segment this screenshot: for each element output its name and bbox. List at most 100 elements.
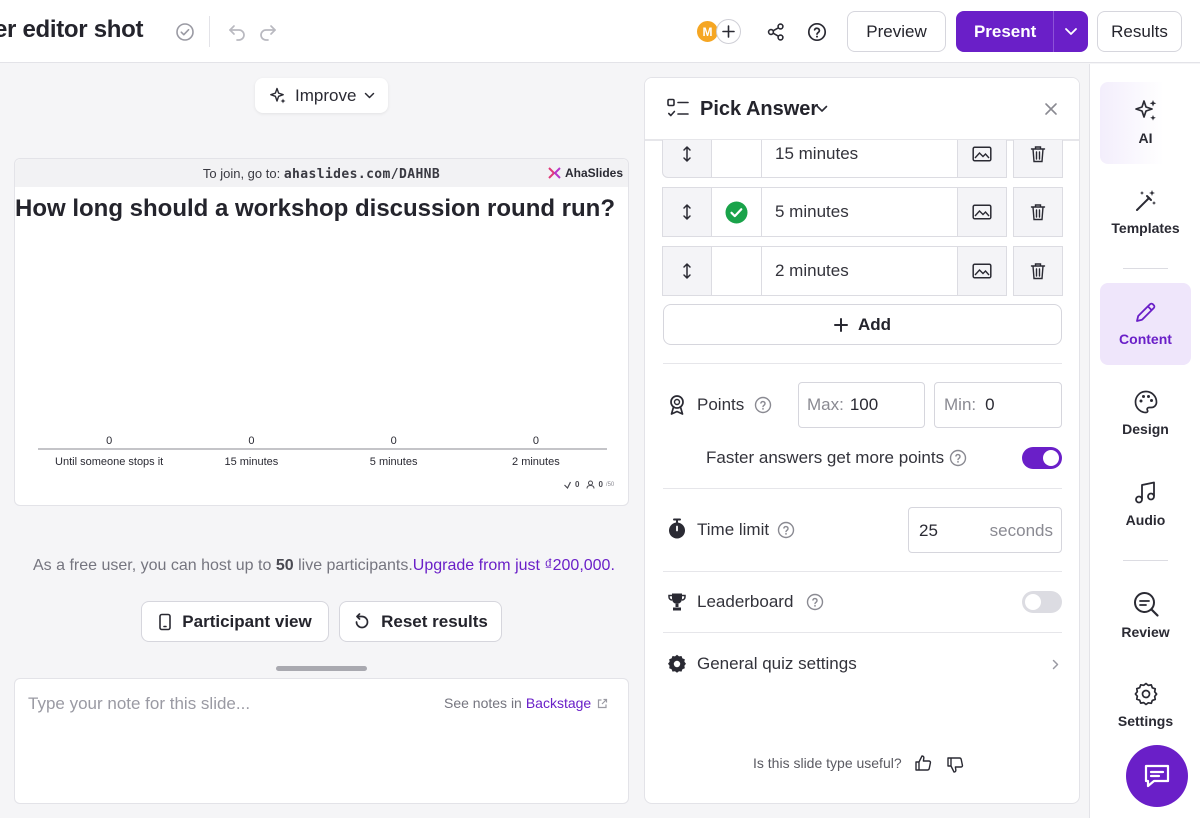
- results-button[interactable]: Results: [1097, 11, 1182, 52]
- sidebar-item-settings[interactable]: Settings: [1100, 665, 1191, 747]
- faster-answers-label: Faster answers get more points: [706, 448, 945, 467]
- notes-resize-handle[interactable]: [276, 666, 367, 671]
- sidebar-item-label: Review: [1121, 624, 1170, 640]
- preview-button[interactable]: Preview: [847, 11, 946, 52]
- leaderboard-toggle[interactable]: [1022, 591, 1062, 613]
- trash-icon[interactable]: [1013, 187, 1063, 237]
- upgrade-link[interactable]: Upgrade from just ₫200,000.: [413, 557, 615, 574]
- improve-button[interactable]: Improve: [255, 78, 388, 113]
- chevron-down-icon[interactable]: [816, 105, 828, 113]
- chat-support-button[interactable]: [1126, 745, 1188, 807]
- help-icon[interactable]: [806, 21, 828, 43]
- correct-answer-toggle[interactable]: [711, 187, 762, 237]
- trash-icon[interactable]: [1013, 246, 1063, 296]
- free-note-suffix: live participants.: [298, 557, 413, 574]
- close-icon[interactable]: [1044, 102, 1058, 116]
- backstage-link[interactable]: Backstage: [526, 695, 591, 711]
- answer-option-row: 5 minutes: [645, 187, 1079, 237]
- max-points-field[interactable]: Max: 100: [798, 382, 925, 428]
- plus-icon: [722, 25, 735, 38]
- redo-icon[interactable]: [257, 21, 279, 43]
- stopwatch-icon: [669, 518, 685, 539]
- chart-category-label: 5 minutes: [370, 456, 418, 468]
- free-note-limit: 50: [275, 557, 294, 574]
- section-divider: [663, 632, 1062, 633]
- time-limit-value[interactable]: 25: [919, 521, 938, 541]
- correct-answer-toggle[interactable]: [711, 246, 762, 296]
- answer-option-row: 2 minutes: [645, 246, 1079, 296]
- toggle-knob: [1043, 450, 1059, 466]
- results-bar-chart: 0 Until someone stops it 0 15 minutes 0 5 min…: [38, 435, 607, 468]
- time-limit-field[interactable]: 25 seconds: [908, 507, 1062, 553]
- add-option-button[interactable]: Add: [663, 304, 1062, 345]
- time-limit-unit: seconds: [989, 521, 1053, 540]
- toggle-knob: [1025, 594, 1041, 610]
- general-quiz-settings-row[interactable]: General quiz settings: [663, 644, 1062, 686]
- votes-count: 0: [575, 480, 580, 489]
- content-panel: Pick Answer 15 minutes: [644, 77, 1080, 804]
- time-limit-help-icon[interactable]: [777, 521, 795, 539]
- chart-value-label: 0: [248, 435, 254, 447]
- people-max: /50: [605, 481, 615, 488]
- award-icon: [670, 395, 684, 415]
- min-points-value[interactable]: 0: [985, 395, 994, 415]
- magic-wand-icon: [1135, 190, 1156, 211]
- slide-notes[interactable]: Type your note for this slide... See not…: [14, 678, 629, 804]
- image-icon[interactable]: [957, 187, 1007, 237]
- sidebar-item-label: Settings: [1117, 713, 1174, 729]
- min-points-field[interactable]: Min: 0: [934, 382, 1062, 428]
- points-help-icon[interactable]: [754, 396, 772, 414]
- faster-answers-toggle[interactable]: [1022, 447, 1062, 469]
- sidebar-divider: [1123, 560, 1168, 561]
- leaderboard-help-icon[interactable]: [806, 593, 824, 611]
- sidebar-item-design[interactable]: Design: [1100, 373, 1191, 455]
- toolbar-divider: [209, 16, 210, 47]
- share-icon[interactable]: [765, 21, 787, 43]
- review-search-icon: [1133, 592, 1159, 617]
- palette-icon: [1134, 390, 1157, 414]
- drag-handle-icon[interactable]: [662, 187, 712, 237]
- notes-input[interactable]: Type your note for this slide...: [28, 694, 250, 714]
- reset-results-button[interactable]: Reset results: [339, 601, 502, 642]
- undo-icon[interactable]: [226, 21, 248, 43]
- invite-collaborator-button[interactable]: [716, 19, 741, 44]
- top-bar: er editor shot M Preview Present Results: [0, 0, 1200, 63]
- present-button[interactable]: Present: [956, 11, 1088, 52]
- present-options-chevron-icon[interactable]: [1054, 27, 1087, 36]
- answer-option-input[interactable]: 2 minutes: [761, 246, 958, 296]
- max-points-value[interactable]: 100: [850, 395, 878, 415]
- chart-value-label: 0: [106, 435, 112, 447]
- panel-header-bg: Pick Answer: [645, 78, 1079, 140]
- slide-canvas[interactable]: To join, go to: ahaslides.com/DAHNB AhaS…: [14, 158, 629, 506]
- sidebar-item-label: Templates: [1111, 220, 1180, 236]
- present-label[interactable]: Present: [957, 22, 1053, 42]
- sparkles-icon: [1134, 100, 1156, 121]
- presentation-title[interactable]: er editor shot: [0, 16, 143, 44]
- question-type-label[interactable]: Pick Answer: [700, 98, 818, 121]
- notes-backstage-hint: See notes in Backstage: [444, 695, 608, 711]
- image-icon[interactable]: [957, 246, 1007, 296]
- sidebar-item-ai[interactable]: AI: [1100, 82, 1191, 164]
- thumbs-up-icon[interactable]: [914, 754, 932, 772]
- participant-view-button[interactable]: Participant view: [141, 601, 329, 642]
- free-user-note: As a free user, you can host up to 50 li…: [33, 557, 615, 575]
- gear-icon: [668, 654, 686, 673]
- drag-handle-icon[interactable]: [662, 246, 712, 296]
- vote-icon: [564, 481, 572, 489]
- chevron-right-icon: [1052, 659, 1059, 670]
- sidebar-item-review[interactable]: Review: [1100, 574, 1191, 656]
- thumbs-down-icon[interactable]: [946, 756, 964, 774]
- sidebar-item-templates[interactable]: Templates: [1100, 172, 1191, 254]
- slide-feedback-question: Is this slide type useful?: [753, 755, 902, 771]
- chevron-down-icon: [365, 92, 375, 99]
- answer-option-input[interactable]: 5 minutes: [761, 187, 958, 237]
- chat-icon: [1144, 764, 1170, 788]
- sidebar-item-content[interactable]: Content: [1100, 283, 1191, 365]
- chart-category-label: 15 minutes: [224, 456, 278, 468]
- sidebar-item-audio[interactable]: Audio: [1100, 464, 1191, 546]
- sidebar-item-label: Content: [1119, 331, 1172, 347]
- faster-answers-help-icon[interactable]: [949, 449, 967, 467]
- correct-check-icon: [725, 201, 748, 223]
- chart-value-label: 0: [533, 435, 539, 447]
- people-icon: [586, 480, 595, 489]
